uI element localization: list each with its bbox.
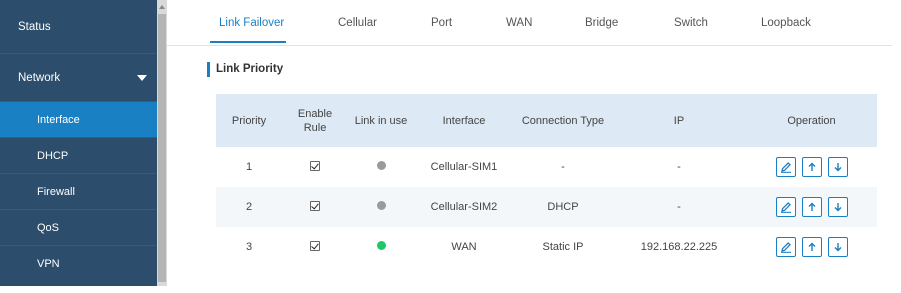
col-header-connection-type: Connection Type bbox=[514, 94, 612, 147]
sidebar-item-network[interactable]: Network bbox=[0, 54, 157, 102]
move-up-button[interactable] bbox=[801, 237, 822, 257]
move-down-button[interactable] bbox=[827, 197, 848, 217]
arrow-down-icon bbox=[832, 161, 844, 173]
caret-down-icon bbox=[137, 74, 147, 81]
tab-cellular[interactable]: Cellular bbox=[338, 17, 377, 29]
arrow-up-icon bbox=[806, 161, 818, 173]
link-status-dot bbox=[376, 201, 386, 210]
move-down-button[interactable] bbox=[827, 157, 848, 177]
cell-link-in-use bbox=[348, 187, 414, 227]
cell-priority: 1 bbox=[245, 161, 253, 173]
link-status-dot bbox=[376, 241, 386, 250]
edit-icon bbox=[780, 161, 792, 173]
col-header-enable-rule: Enable Rule bbox=[282, 94, 348, 147]
move-up-button[interactable] bbox=[801, 157, 822, 177]
edit-icon bbox=[780, 201, 792, 213]
cell-interface: Cellular-SIM2 bbox=[414, 187, 514, 227]
col-header-operation: Operation bbox=[746, 94, 877, 147]
tab-bar: Link Failover Cellular Port WAN Bridge S… bbox=[167, 0, 892, 46]
cell-enable-rule bbox=[282, 187, 348, 227]
move-down-button[interactable] bbox=[827, 237, 848, 257]
table-row: 2 Cellular-SIM2 DHCP - bbox=[216, 187, 877, 227]
arrow-down-icon bbox=[832, 201, 844, 213]
cell-ip: - bbox=[677, 161, 681, 173]
arrow-up-icon bbox=[806, 241, 818, 253]
sidebar-item-label: Interface bbox=[37, 113, 80, 126]
table-row: 3 WAN Static IP 192.168.22.225 bbox=[216, 227, 877, 267]
tab-loopback[interactable]: Loopback bbox=[761, 17, 811, 29]
scrollbar-thumb[interactable] bbox=[158, 14, 166, 282]
arrow-up-icon bbox=[806, 201, 818, 213]
main-content: Link Failover Cellular Port WAN Bridge S… bbox=[167, 0, 901, 293]
cell-operation bbox=[746, 147, 877, 187]
col-header-interface: Interface bbox=[414, 94, 514, 147]
col-header-priority: Priority bbox=[216, 94, 282, 147]
link-status-dot bbox=[376, 161, 386, 170]
sidebar-item-dhcp[interactable]: DHCP bbox=[0, 138, 157, 174]
cell-connection-type: Static IP bbox=[542, 241, 584, 253]
table-row: 1 Cellular-SIM1 - - bbox=[216, 147, 877, 187]
edit-icon bbox=[780, 241, 792, 253]
sidebar-item-label: Firewall bbox=[37, 185, 75, 198]
sidebar-item-firewall[interactable]: Firewall bbox=[0, 174, 157, 210]
cell-enable-rule bbox=[282, 227, 348, 267]
tab-link-failover[interactable]: Link Failover bbox=[219, 17, 284, 29]
sidebar-item-interface[interactable]: Interface bbox=[0, 102, 157, 138]
sidebar-item-status[interactable]: Status bbox=[0, 0, 157, 54]
link-priority-table: Priority Enable Rule Link in use Interfa… bbox=[216, 94, 877, 267]
cell-interface: WAN bbox=[451, 241, 477, 253]
tab-port[interactable]: Port bbox=[431, 17, 452, 29]
cell-interface: Cellular-SIM1 bbox=[430, 161, 498, 173]
tab-bridge[interactable]: Bridge bbox=[585, 17, 618, 29]
enable-rule-checkbox[interactable] bbox=[310, 160, 320, 171]
cell-connection-type: - bbox=[561, 161, 565, 173]
sidebar: Status Network Interface DHCP Firewall Q… bbox=[0, 0, 157, 286]
sidebar-item-label: DHCP bbox=[37, 149, 69, 162]
sidebar-item-vpn[interactable]: VPN bbox=[0, 246, 157, 282]
tab-wan[interactable]: WAN bbox=[506, 17, 532, 29]
sidebar-item-label: Status bbox=[18, 20, 51, 33]
section-title: Link Priority bbox=[207, 62, 283, 77]
arrow-down-icon bbox=[832, 241, 844, 253]
cell-connection-type: DHCP bbox=[514, 187, 612, 227]
cell-operation bbox=[746, 227, 877, 267]
sidebar-scrollbar[interactable] bbox=[157, 0, 167, 286]
sidebar-item-qos[interactable]: QoS bbox=[0, 210, 157, 246]
edit-button[interactable] bbox=[775, 157, 796, 177]
cell-link-in-use bbox=[348, 227, 414, 267]
table-header-row: Priority Enable Rule Link in use Interfa… bbox=[216, 94, 877, 147]
move-up-button[interactable] bbox=[801, 197, 822, 217]
active-tab-indicator bbox=[210, 41, 286, 43]
cell-ip: 192.168.22.225 bbox=[640, 241, 718, 253]
enable-rule-checkbox[interactable] bbox=[310, 200, 320, 211]
col-header-link-in-use: Link in use bbox=[348, 94, 414, 147]
cell-priority: 2 bbox=[216, 187, 282, 227]
cell-priority: 3 bbox=[245, 241, 253, 253]
enable-rule-checkbox[interactable] bbox=[310, 240, 320, 251]
edit-button[interactable] bbox=[775, 197, 796, 217]
edit-button[interactable] bbox=[775, 237, 796, 257]
cell-link-in-use bbox=[348, 147, 414, 187]
sidebar-item-label: QoS bbox=[37, 221, 60, 234]
col-header-ip: IP bbox=[612, 94, 746, 147]
scroll-up-icon[interactable] bbox=[159, 5, 165, 9]
sidebar-item-label: VPN bbox=[37, 258, 60, 270]
tab-switch[interactable]: Switch bbox=[674, 17, 708, 29]
cell-enable-rule bbox=[282, 147, 348, 187]
cell-operation bbox=[746, 187, 877, 227]
cell-ip: - bbox=[612, 187, 746, 227]
sidebar-item-label: Network bbox=[18, 71, 61, 84]
